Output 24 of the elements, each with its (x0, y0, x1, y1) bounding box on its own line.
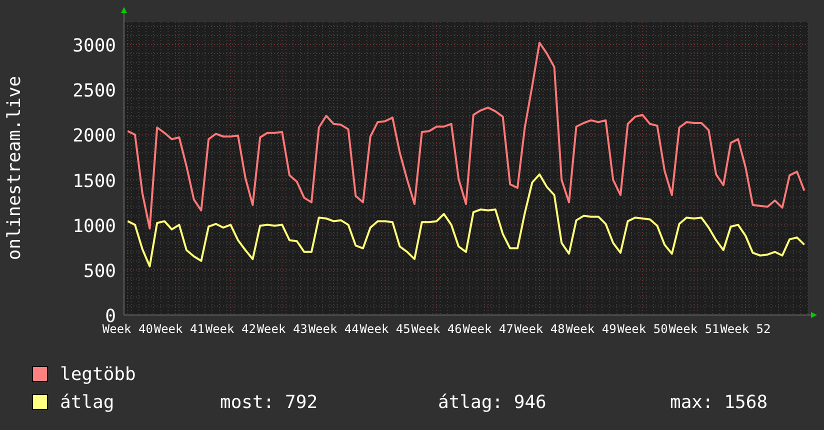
x-tick-label: Week 48 (514, 322, 565, 336)
legend-label: átlag (60, 392, 116, 412)
y-tick-label: 2000 (72, 126, 116, 147)
y-tick-label: 1500 (72, 170, 116, 192)
x-tick-label: Week 51 (668, 322, 720, 336)
y-tick-label: 500 (83, 260, 116, 282)
x-tick-label: Week 47 (462, 322, 514, 336)
legend-stat: max: 1568 (670, 392, 768, 412)
x-tick-label: Week 46 (411, 322, 462, 336)
x-tick-label: Week 41 (154, 322, 204, 336)
x-tick-label: Week 49 (566, 322, 616, 336)
y-tick-label: 3000 (72, 36, 116, 57)
legend-stat: most: 792 (220, 392, 319, 412)
x-tick-label: Week 44 (308, 322, 359, 336)
legend-label: legtöbb (60, 364, 137, 384)
x-tick-label: Week 42 (205, 322, 256, 336)
x-tick-label: Week 45 (360, 322, 410, 336)
x-tick-label: Week 50 (617, 322, 668, 336)
x-tick-label: Week 52 (720, 322, 771, 336)
legend-stat: átlag: 946 (438, 392, 548, 412)
y-axis-title: onlinestream.live (4, 76, 25, 260)
y-tick-label: 1000 (72, 216, 116, 237)
y-tick-label: 2500 (72, 80, 116, 102)
x-tick-label: Week 43 (256, 322, 308, 336)
